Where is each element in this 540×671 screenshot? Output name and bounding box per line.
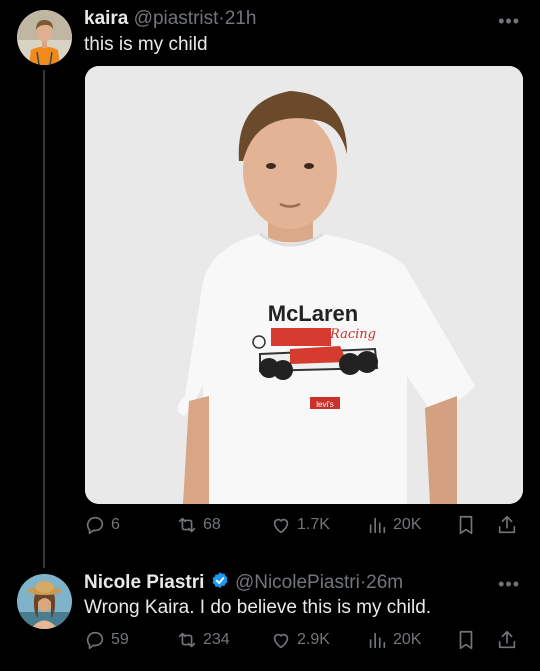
post-actions-bar: 59 234 2.9K 20K — [84, 629, 524, 655]
repost-count: 234 — [203, 631, 230, 648]
bookmark-icon — [459, 630, 473, 650]
user-handle[interactable]: @NicolePiastri — [235, 572, 360, 593]
reply-count: 59 — [111, 631, 129, 648]
post-image[interactable]: McLaren Racing levi's — [85, 66, 523, 504]
views-bar-chart-icon — [369, 517, 386, 534]
post-text: Wrong Kaira. I do believe this is my chi… — [84, 597, 432, 618]
post-timestamp[interactable]: 26m — [366, 572, 403, 593]
share-button[interactable] — [496, 629, 518, 651]
repost-button[interactable]: 68 — [176, 514, 221, 536]
views-count: 20K — [393, 516, 422, 533]
bookmark-button[interactable] — [455, 514, 477, 536]
more-options-icon[interactable]: ••• — [498, 11, 520, 32]
shirt-script-text: Racing — [329, 327, 376, 342]
shirt-brand-text: McLaren — [268, 301, 358, 326]
user-avatar-icon — [17, 10, 72, 65]
share-icon — [498, 630, 516, 649]
repost-icon — [178, 517, 196, 533]
reply-button[interactable]: 59 — [84, 629, 129, 651]
post-header: Nicole Piastri @NicolePiastri·26m — [84, 571, 403, 594]
views-button[interactable]: 20K — [366, 514, 421, 536]
post-text: this is my child — [84, 34, 208, 55]
reply-icon — [86, 631, 104, 650]
verified-badge — [210, 572, 235, 593]
like-count: 1.7K — [297, 516, 330, 533]
more-options-icon[interactable]: ••• — [498, 574, 520, 595]
post-actions-bar: 6 68 1.7K 20K — [84, 514, 524, 540]
views-button[interactable]: 20K — [366, 629, 421, 651]
like-count: 2.9K — [297, 631, 330, 648]
shirt-tag-text: levi's — [316, 400, 334, 409]
heart-icon — [273, 633, 289, 649]
post-timestamp[interactable]: 21h — [225, 8, 257, 29]
avatar[interactable] — [17, 10, 72, 65]
repost-button[interactable]: 234 — [176, 629, 230, 651]
photo-person-in-tshirt: McLaren Racing levi's — [85, 66, 523, 504]
like-button[interactable]: 1.7K — [270, 514, 330, 536]
user-avatar-icon — [17, 574, 72, 629]
avatar[interactable] — [17, 574, 72, 629]
post-header: kaira @piastrist·21h — [84, 8, 256, 30]
reply-icon — [86, 516, 104, 535]
heart-icon — [273, 518, 289, 534]
user-handle[interactable]: @piastrist — [134, 8, 219, 29]
bookmark-button[interactable] — [455, 629, 477, 651]
share-button[interactable] — [496, 514, 518, 536]
verified-check-icon — [212, 572, 228, 589]
reply-count: 6 — [111, 516, 120, 533]
repost-icon — [178, 632, 196, 648]
views-bar-chart-icon — [369, 632, 386, 649]
views-count: 20K — [393, 631, 422, 648]
share-icon — [498, 515, 516, 534]
display-name[interactable]: kaira — [84, 8, 128, 29]
like-button[interactable]: 2.9K — [270, 629, 330, 651]
bookmark-icon — [459, 515, 473, 535]
thread-connector-line — [43, 70, 45, 568]
repost-count: 68 — [203, 516, 221, 533]
display-name[interactable]: Nicole Piastri — [84, 572, 204, 593]
reply-button[interactable]: 6 — [84, 514, 120, 536]
